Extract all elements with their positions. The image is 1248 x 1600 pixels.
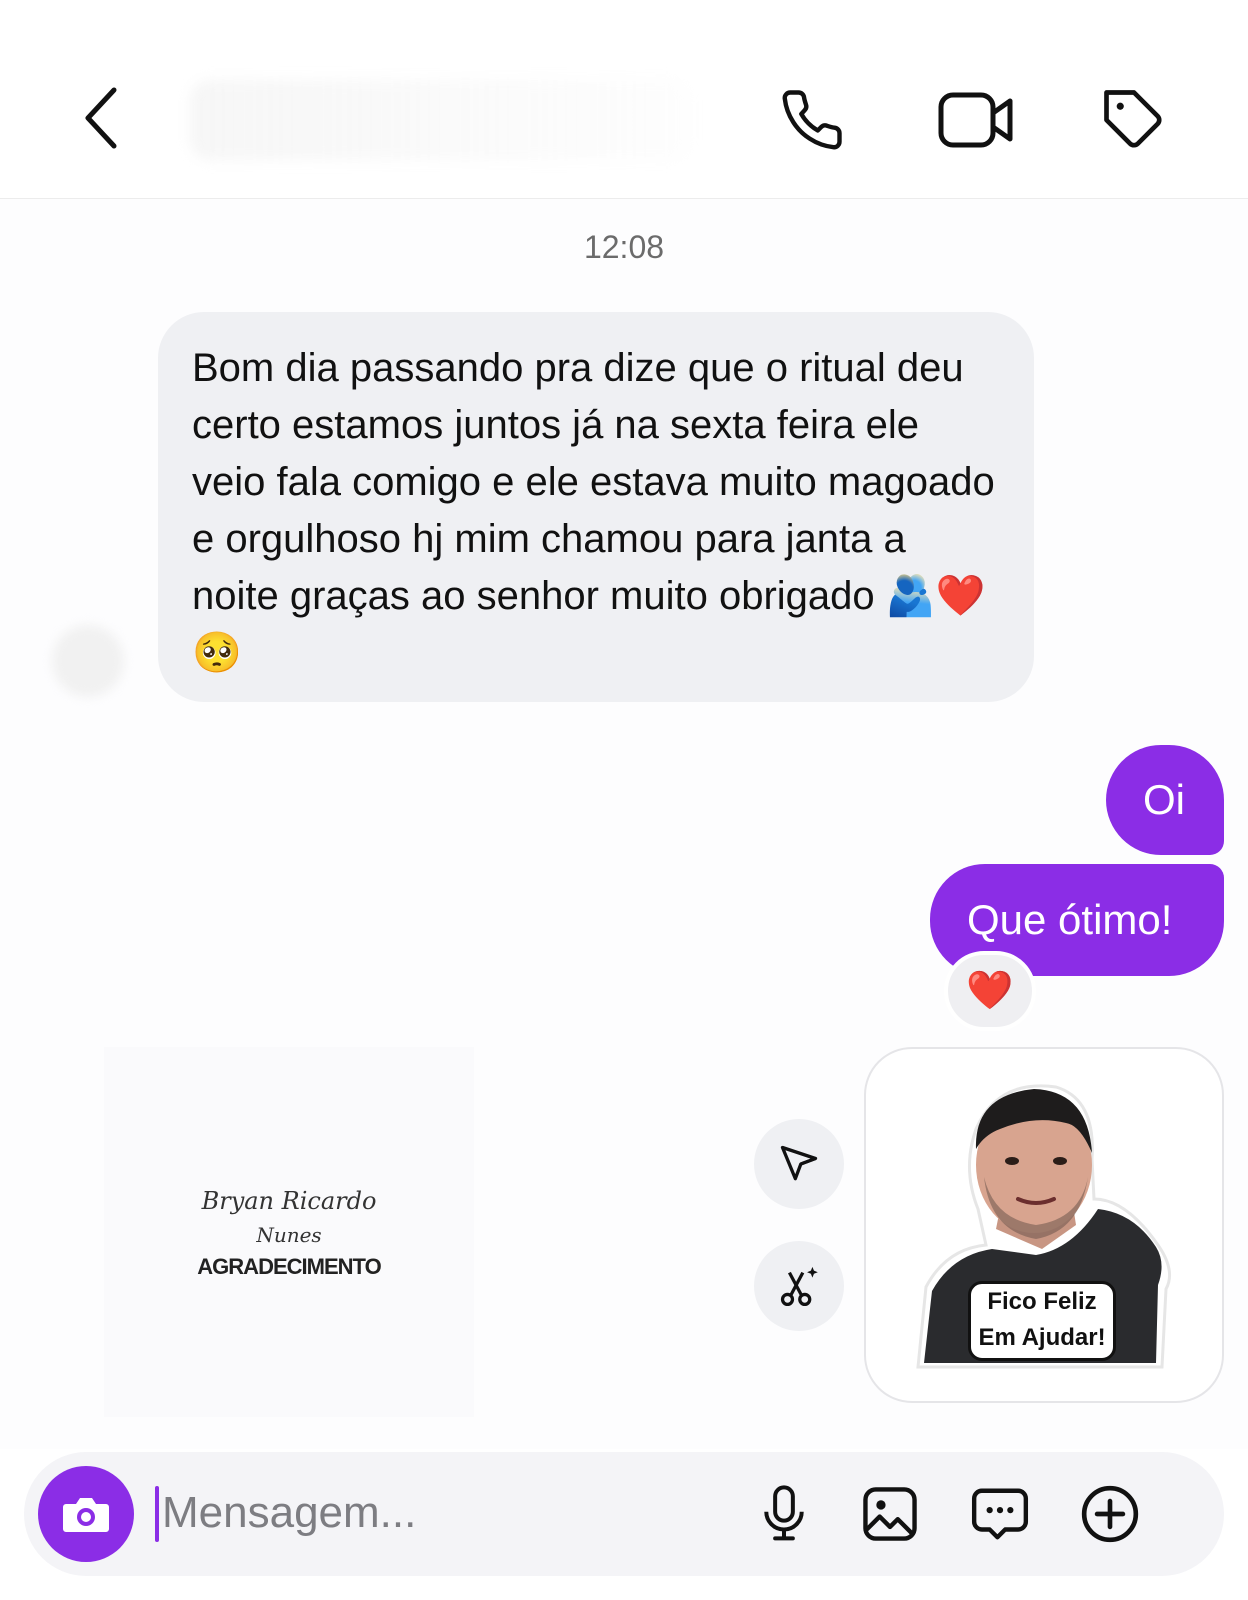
remix-button[interactable] (754, 1241, 844, 1331)
sticker-caption: Fico Feliz Em Ajudar! (968, 1281, 1116, 1361)
plus-circle-icon (1081, 1485, 1139, 1543)
post-caption: AGRADECIMENTO (197, 1254, 381, 1279)
voice-message-button[interactable] (752, 1482, 816, 1546)
voice-call-button[interactable] (776, 84, 848, 156)
chat-bubble-icon (971, 1488, 1029, 1540)
heart-reaction[interactable]: ❤️ (944, 951, 1036, 1031)
gallery-button[interactable] (858, 1482, 922, 1546)
video-call-button[interactable] (934, 84, 1018, 156)
message-composer (24, 1452, 1224, 1576)
shared-post[interactable]: Bryan Ricardo Nunes AGRADECIMENTO (104, 1047, 474, 1417)
sticker-button[interactable] (968, 1482, 1032, 1546)
message-thread[interactable]: 12:08 Bom dia passando pra dize que o ri… (0, 199, 1248, 1449)
video-icon (938, 92, 1013, 148)
sticker-caption-line: Em Ajudar! (978, 1324, 1106, 1351)
share-button[interactable] (754, 1119, 844, 1209)
image-icon (863, 1487, 917, 1541)
message-input[interactable] (158, 1482, 726, 1544)
microphone-icon (764, 1485, 804, 1541)
more-button[interactable] (1078, 1482, 1142, 1546)
chat-header (0, 0, 1248, 199)
avatar[interactable] (52, 625, 124, 697)
phone-icon (782, 90, 842, 150)
sticker-caption-line: Fico Feliz (987, 1288, 1097, 1315)
camera-button[interactable] (38, 1466, 134, 1562)
contact-name-blurred[interactable] (190, 80, 690, 160)
tag-button[interactable] (1098, 84, 1170, 156)
signature-line: Nunes (256, 1223, 322, 1247)
tag-icon (1104, 90, 1162, 148)
back-button[interactable] (70, 82, 134, 154)
heart-icon: ❤️ (966, 970, 1014, 1012)
message-timestamp: 12:08 (583, 229, 665, 265)
chevron-left-icon (85, 87, 117, 149)
incoming-message[interactable]: Bom dia passando pra dize que o ritual d… (158, 312, 1034, 702)
sticker-message[interactable]: Fico Feliz Em Ajudar! (864, 1047, 1224, 1403)
signature-line: Bryan Ricardo (201, 1187, 377, 1215)
camera-icon (63, 1498, 109, 1532)
outgoing-message[interactable]: Oi (1106, 745, 1224, 855)
scissors-sparkle-icon (780, 1266, 818, 1307)
send-icon (780, 1145, 818, 1181)
